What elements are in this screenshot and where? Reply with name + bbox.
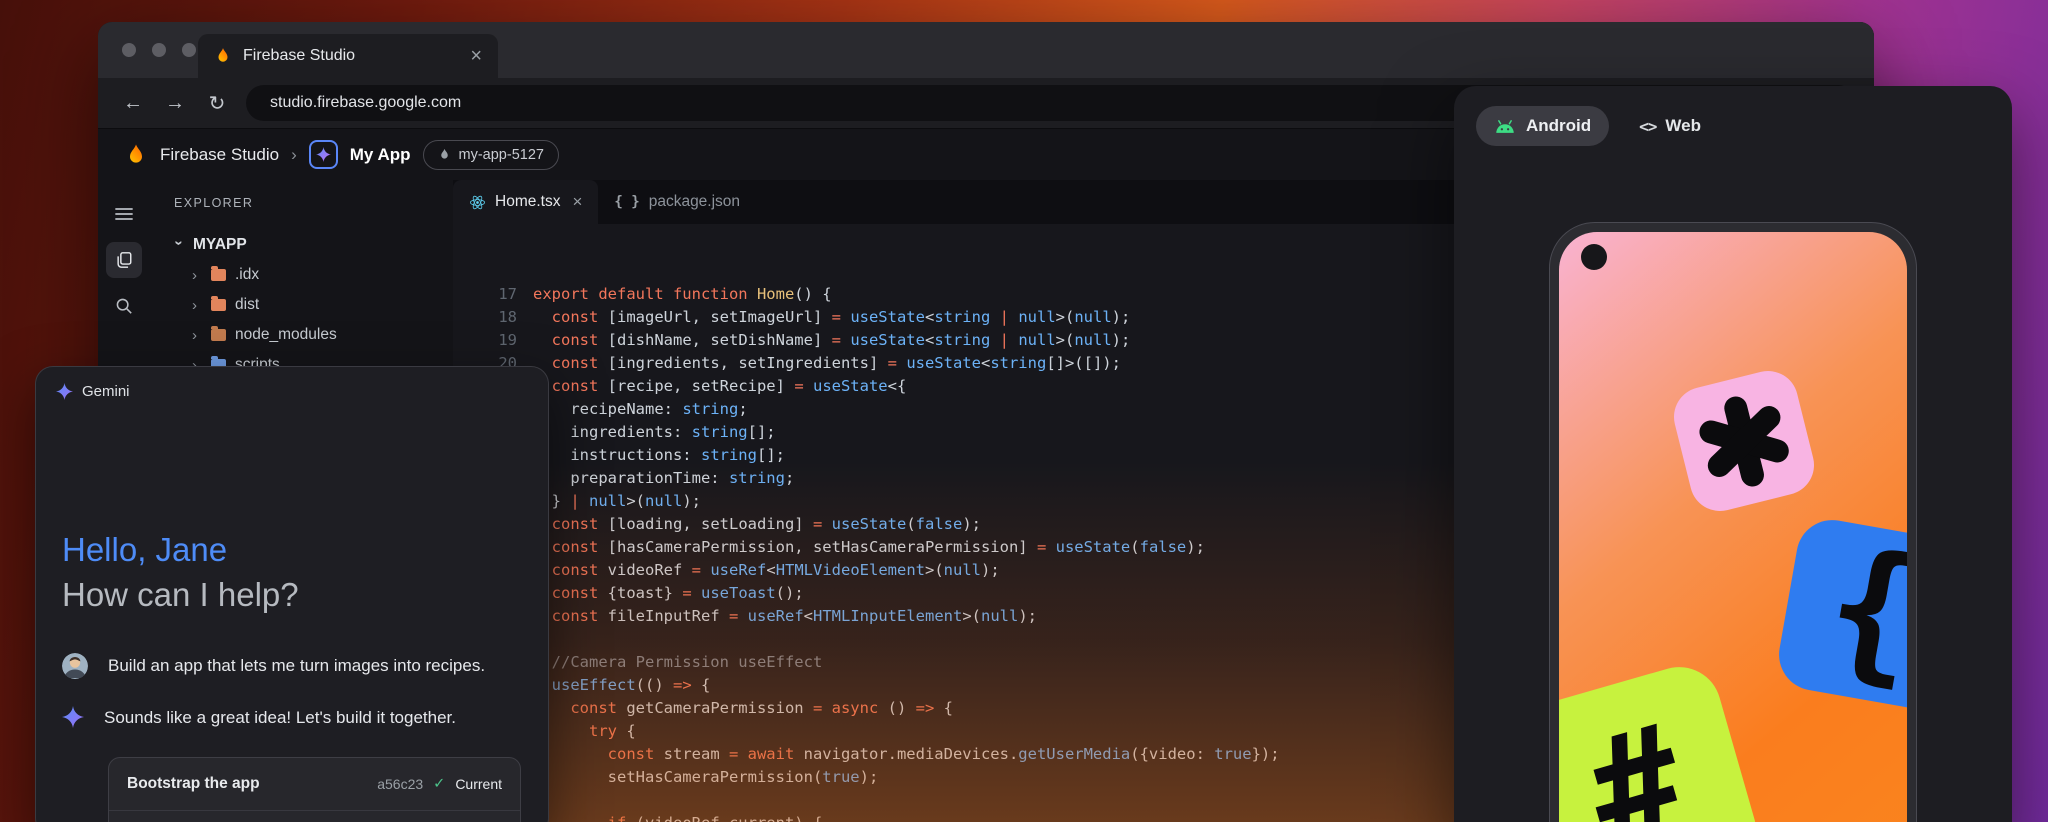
tab-title: Firebase Studio [243, 47, 459, 65]
app-preview-screen[interactable]: { # [1559, 232, 1907, 822]
tab-label: Home.tsx [495, 193, 560, 211]
card-title: Bootstrap the app [127, 775, 367, 793]
gemini-header: Gemini [56, 383, 130, 400]
folder-icon [211, 329, 226, 341]
firebase-logo-icon [124, 143, 148, 167]
changed-file-row[interactable]: src/pages/Home.tsx +122 [109, 810, 520, 822]
close-window-button[interactable] [122, 43, 136, 57]
explorer-root-myapp[interactable]: › MYAPP [174, 230, 453, 260]
asterisk-icon [1688, 385, 1800, 497]
tab-home-tsx[interactable]: Home.tsx × [453, 180, 598, 224]
back-icon[interactable]: ← [112, 92, 154, 115]
explorer-item-label: node_modules [235, 326, 337, 344]
window-controls[interactable] [122, 43, 196, 57]
code-brackets-icon: <> [1639, 117, 1656, 136]
user-avatar [62, 653, 88, 679]
device-preview-panel: Android <> Web { # [1454, 86, 2012, 822]
gemini-panel: Gemini Hello, Jane How can I help? Build… [35, 366, 549, 822]
bootstrap-card-header[interactable]: Bootstrap the app a56c23 ✓ Current [109, 758, 520, 810]
tab-label: package.json [649, 193, 740, 211]
hash-icon: # [1573, 704, 1699, 822]
reload-icon[interactable]: ↻ [196, 91, 238, 116]
explorer-item-.idx[interactable]: › .idx [174, 260, 453, 290]
explorer-title: EXPLORER [174, 196, 453, 210]
desktop-background: Firebase Studio × ← → ↻ studio.firebase.… [0, 0, 2048, 822]
url-text: studio.firebase.google.com [270, 94, 461, 112]
assistant-message: Sounds like a great idea! Let's build it… [62, 705, 524, 730]
minimize-window-button[interactable] [152, 43, 166, 57]
gemini-sparkle-icon [62, 706, 84, 728]
device-frame: { # [1549, 222, 1917, 822]
search-icon[interactable] [106, 288, 142, 324]
tab-package-json[interactable]: { } package.json [598, 180, 756, 224]
status-badge: Current [455, 776, 502, 792]
blue-shape: { [1773, 514, 1907, 713]
line-number: 19 [453, 329, 517, 352]
explorer-item-node_modules[interactable]: › node_modules [174, 320, 453, 350]
pink-shape [1668, 365, 1821, 518]
greeting-line-2: How can I help? [62, 572, 299, 617]
browser-titlebar: Firebase Studio × [98, 22, 1874, 78]
android-icon [1494, 119, 1516, 134]
root-label: MYAPP [193, 236, 247, 254]
explorer-icon[interactable] [106, 242, 142, 278]
breadcrumb-separator: › [291, 145, 297, 165]
camera-punch-hole [1581, 244, 1607, 270]
explorer-tree-items: ›.idx›dist›node_modules›scripts [174, 260, 453, 380]
brand-link[interactable]: Firebase Studio [160, 145, 279, 165]
explorer-item-dist[interactable]: › dist [174, 290, 453, 320]
explorer-item-label: .idx [235, 266, 259, 284]
firebase-favicon-icon [214, 47, 232, 65]
browser-tab[interactable]: Firebase Studio × [198, 34, 498, 78]
app-id-text: my-app-5127 [459, 147, 544, 163]
commit-hash: a56c23 [377, 776, 423, 792]
folder-icon [211, 269, 226, 281]
android-toggle-label: Android [1526, 116, 1591, 136]
web-toggle[interactable]: <> Web [1639, 116, 1701, 136]
green-shape: # [1559, 657, 1766, 822]
line-number: 17 [453, 283, 517, 306]
web-toggle-label: Web [1665, 116, 1701, 136]
assistant-message-text: Sounds like a great idea! Let's build it… [104, 705, 456, 730]
android-toggle[interactable]: Android [1476, 106, 1609, 146]
react-icon [469, 194, 486, 211]
chevron-down-icon: › [171, 240, 188, 250]
user-message-text: Build an app that lets me turn images in… [108, 653, 485, 678]
app-name[interactable]: My App [350, 145, 411, 165]
preview-toggle-group: Android <> Web [1476, 106, 1701, 146]
explorer-item-label: dist [235, 296, 259, 314]
forward-icon[interactable]: → [154, 92, 196, 115]
gemini-sparkle-icon [56, 383, 73, 400]
workspace-icon [438, 148, 451, 161]
chevron-right-icon: › [192, 297, 202, 314]
tab-close-icon[interactable]: × [572, 192, 582, 212]
chevron-right-icon: › [192, 327, 202, 344]
chevron-right-icon: › [192, 267, 202, 284]
gemini-title: Gemini [82, 383, 130, 400]
menu-icon[interactable] [106, 196, 142, 232]
line-number: 18 [453, 306, 517, 329]
tab-close-icon[interactable]: × [470, 46, 482, 66]
bootstrap-card: Bootstrap the app a56c23 ✓ Current src/p… [108, 757, 521, 822]
greeting-line-1: Hello, Jane [62, 527, 299, 572]
user-message: Build an app that lets me turn images in… [62, 653, 524, 679]
gemini-greeting: Hello, Jane How can I help? [62, 527, 299, 617]
json-icon: { } [614, 194, 639, 210]
app-id-badge[interactable]: my-app-5127 [423, 140, 559, 170]
check-icon: ✓ [433, 776, 445, 792]
file-tree: › MYAPP ›.idx›dist›node_modules›scripts [174, 230, 453, 380]
brace-icon: { [1816, 528, 1907, 691]
maximize-window-button[interactable] [182, 43, 196, 57]
folder-icon [211, 299, 226, 311]
app-icon [309, 140, 338, 169]
